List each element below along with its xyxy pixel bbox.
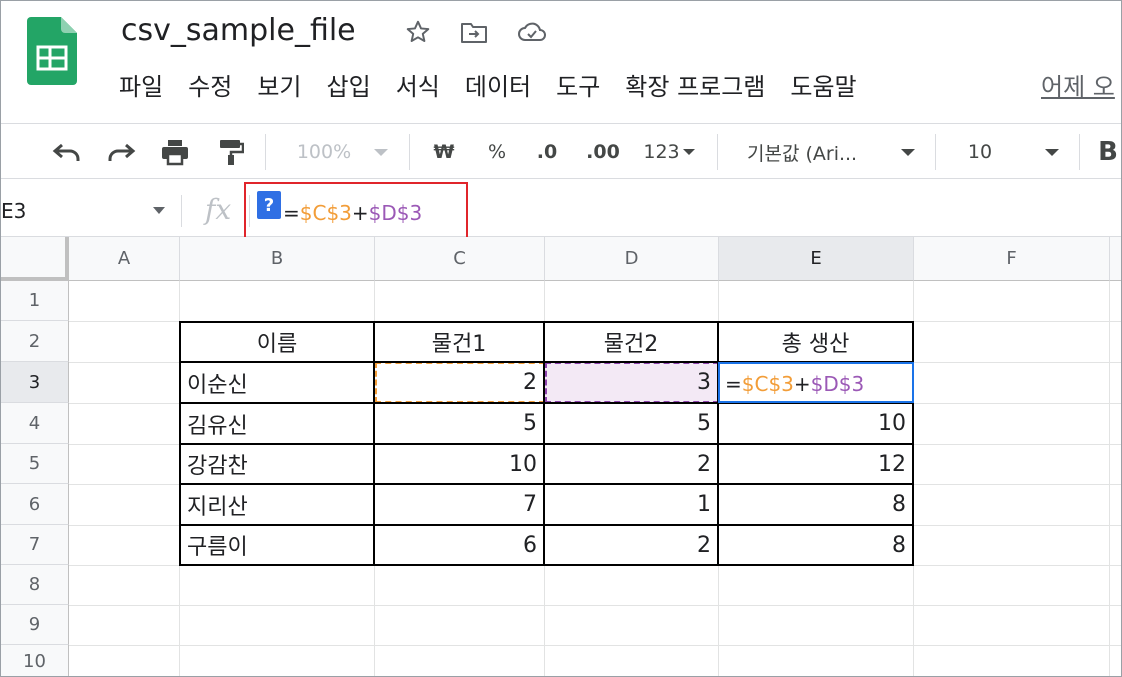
increase-decimal-label: .00	[586, 141, 620, 163]
print-icon[interactable]	[155, 134, 195, 170]
font-dropdown-icon[interactable]	[897, 134, 919, 170]
name-box[interactable]: E3	[1, 199, 26, 223]
percent-format-button[interactable]: %	[479, 134, 515, 170]
formula-ref-d3: $D$3	[368, 201, 423, 225]
menu-file[interactable]: 파일	[119, 67, 163, 102]
menu-tools[interactable]: 도구	[556, 67, 600, 102]
cell-formula-ref-d3: $D$3	[810, 372, 865, 396]
table-cell-item1[interactable]: 6	[375, 526, 543, 564]
formula-equals: =	[283, 201, 300, 225]
row-header-5[interactable]: 5	[1, 444, 69, 484]
table-cell-item2[interactable]: 3	[545, 363, 717, 402]
column-header-a[interactable]: A	[69, 237, 180, 281]
cell-e3-formula[interactable]: =$C$3+$D$3	[725, 372, 864, 396]
increase-decimal-button[interactable]: .00	[579, 134, 627, 170]
table-cell-name[interactable]: 구름이	[181, 526, 373, 564]
move-to-folder-icon[interactable]	[459, 17, 489, 47]
header-total[interactable]: 총 생산	[719, 323, 912, 361]
font-size-select[interactable]: 10	[951, 134, 1009, 170]
row-header-4[interactable]: 4	[1, 403, 69, 444]
name-box-dropdown-icon[interactable]	[153, 207, 165, 214]
table-cell-name[interactable]: 김유신	[181, 404, 373, 443]
column-header-c[interactable]: C	[375, 237, 545, 281]
paint-format-icon[interactable]	[211, 134, 251, 170]
row-header-7[interactable]: 7	[1, 525, 69, 565]
table-cell-item2[interactable]: 2	[545, 526, 717, 564]
menu-view[interactable]: 보기	[257, 67, 301, 102]
menu-insert[interactable]: 삽입	[327, 67, 371, 102]
document-title[interactable]: csv_sample_file	[121, 13, 356, 48]
menu-extensions[interactable]: 확장 프로그램	[625, 67, 765, 102]
table-cell-item1[interactable]: 5	[375, 404, 543, 443]
redo-icon[interactable]	[101, 134, 141, 170]
cloud-status-icon[interactable]	[517, 17, 547, 47]
cell-formula-equals: =	[725, 372, 742, 396]
table-cell-total[interactable]: 8	[719, 526, 912, 564]
row-header-2[interactable]: 2	[1, 321, 69, 362]
sheets-logo-icon[interactable]	[27, 17, 77, 85]
row-header-8[interactable]: 8	[1, 565, 69, 605]
table-cell-name[interactable]: 강감찬	[181, 445, 373, 483]
formula-input[interactable]: =$C$3+$D$3	[283, 201, 422, 225]
formula-bar: E3 fx	[1, 187, 1121, 237]
toolbar: 100% ₩ % .0 .00 123 기본값 (Ari... 10 B	[1, 123, 1121, 179]
undo-icon[interactable]	[47, 134, 87, 170]
fx-icon: fx	[205, 193, 232, 226]
menu-format[interactable]: 서식	[396, 67, 440, 102]
formula-help-icon[interactable]: ?	[257, 191, 281, 219]
column-header-e[interactable]: E	[719, 237, 914, 281]
menu-bar: 파일 수정 보기 삽입 서식 데이터 도구 확장 프로그램 도움말	[119, 67, 882, 102]
header-name[interactable]: 이름	[181, 323, 373, 361]
column-header-b[interactable]: B	[180, 237, 375, 281]
table-cell-item2[interactable]: 5	[545, 404, 717, 443]
currency-format-button[interactable]: ₩	[425, 134, 463, 170]
menu-data[interactable]: 데이터	[465, 67, 531, 102]
decrease-decimal-button[interactable]: .0	[527, 134, 567, 170]
column-header-f[interactable]: F	[914, 237, 1110, 281]
cell-formula-ref-c3: $C$3	[741, 372, 794, 396]
row-header-6[interactable]: 6	[1, 484, 69, 525]
table-cell-item1[interactable]: 10	[375, 445, 543, 483]
decrease-decimal-label: .0	[536, 141, 558, 163]
formula-plus: +	[351, 201, 369, 225]
font-size-dropdown-icon[interactable]	[1041, 134, 1063, 170]
more-formats-label: 123	[643, 141, 680, 163]
column-header-g[interactable]	[1110, 237, 1121, 281]
table-cell-item1[interactable]: 2	[375, 363, 543, 402]
table-cell-name[interactable]: 지리산	[181, 485, 373, 524]
font-family-select[interactable]: 기본값 (Ari...	[735, 134, 885, 170]
bold-button[interactable]: B	[1093, 134, 1121, 170]
table-cell-item2[interactable]: 2	[545, 445, 717, 483]
select-all-corner[interactable]	[1, 237, 69, 281]
row-header-10[interactable]: 10	[1, 645, 69, 676]
last-edit-link[interactable]: 어제 오	[1041, 67, 1115, 102]
row-header-3[interactable]: 3	[1, 362, 69, 403]
table-cell-item2[interactable]: 1	[545, 485, 717, 524]
row-header-9[interactable]: 9	[1, 605, 69, 645]
table-cell-total[interactable]: 8	[719, 485, 912, 524]
table-cell-name[interactable]: 이순신	[181, 363, 373, 402]
spreadsheet-window: csv_sample_file 파일 수정 보기 삽입 서식 데이터 도구 확장…	[0, 0, 1122, 677]
header-item2[interactable]: 물건2	[545, 323, 717, 361]
table-cell-item1[interactable]: 7	[375, 485, 543, 524]
more-formats-dropdown-icon	[682, 149, 695, 155]
more-formats-button[interactable]: 123	[637, 134, 701, 170]
formula-ref-c3: $C$3	[299, 201, 352, 225]
table-cell-total[interactable]: 10	[719, 404, 912, 443]
cell-formula-plus: +	[793, 372, 811, 396]
header-item1[interactable]: 물건1	[375, 323, 543, 361]
zoom-dropdown-icon[interactable]	[369, 134, 393, 170]
table-cell-total[interactable]: 12	[719, 445, 912, 483]
row-header-1[interactable]: 1	[1, 281, 69, 321]
zoom-select[interactable]: 100%	[287, 134, 361, 170]
menu-edit[interactable]: 수정	[188, 67, 232, 102]
star-icon[interactable]	[403, 17, 433, 47]
menu-help[interactable]: 도움말	[790, 67, 856, 102]
column-header-d[interactable]: D	[545, 237, 719, 281]
